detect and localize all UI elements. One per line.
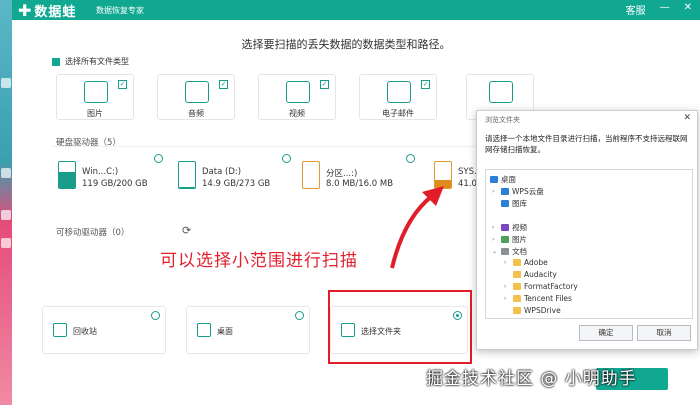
tree-label: Adobe	[524, 258, 548, 267]
folder-icon	[513, 307, 521, 314]
tree-node-wpsdrive[interactable]: WPSDrive	[504, 306, 561, 315]
desktop-icon-3[interactable]	[1, 210, 11, 220]
tree-label: WPSDrive	[524, 306, 561, 315]
tree-node-desktop[interactable]: 桌面	[490, 174, 516, 185]
gallery-icon	[501, 200, 509, 207]
folder-tree[interactable]: 桌面 › WPS云盘 图库 › 视频 › 图片 ⌄ 文档 › Adobe Audacity…	[485, 169, 693, 319]
desktop-folder-icon	[490, 176, 498, 183]
cloud-icon	[501, 188, 509, 195]
expand-arrow-icon[interactable]: ›	[504, 295, 510, 302]
tree-label: FormatFactory	[524, 282, 578, 291]
arrow-shaft	[390, 194, 434, 269]
tree-node-gallery[interactable]: 图库	[492, 198, 527, 209]
tree-label: 视频	[512, 223, 527, 232]
tree-label: 图库	[512, 199, 527, 208]
expand-arrow-icon[interactable]: ›	[504, 283, 510, 290]
expand-arrow-icon[interactable]: ›	[492, 224, 498, 231]
tree-node-wps[interactable]: › WPS云盘	[492, 186, 544, 197]
dialog-cancel-button[interactable]: 取消	[637, 325, 691, 341]
picture-folder-icon	[501, 236, 509, 243]
video-folder-icon	[501, 224, 509, 231]
tree-label: 桌面	[501, 175, 516, 184]
folder-icon	[513, 271, 521, 278]
folder-icon	[513, 295, 521, 302]
tree-label: WPS云盘	[512, 187, 544, 196]
browse-folder-dialog: 浏览文件夹 ✕ 请选择一个本地文件目录进行扫描，当前程序不支持远程联网网存储扫描…	[476, 110, 698, 350]
tree-node-pictures[interactable]: › 图片	[492, 234, 527, 245]
collapse-arrow-icon[interactable]: ⌄	[492, 248, 498, 255]
tree-node-adobe[interactable]: › Adobe	[504, 258, 548, 267]
tree-node-videos[interactable]: › 视频	[492, 222, 527, 233]
tree-node-tencent[interactable]: › Tencent Files	[504, 294, 572, 303]
watermark-text: 掘金技术社区 @ 小明助手	[426, 369, 637, 389]
tree-label: 文档	[512, 247, 527, 256]
document-folder-icon	[501, 248, 509, 255]
desktop-icon-2[interactable]	[1, 168, 11, 178]
tree-label: Audacity	[524, 270, 557, 279]
tree-node-audacity[interactable]: Audacity	[504, 270, 557, 279]
tree-label: Tencent Files	[524, 294, 572, 303]
folder-icon	[513, 283, 521, 290]
folder-icon	[513, 259, 521, 266]
dialog-ok-button[interactable]: 确定	[579, 325, 633, 341]
dialog-title: 浏览文件夹	[485, 116, 520, 124]
desktop-icon-1[interactable]	[1, 78, 11, 88]
tree-node-documents[interactable]: ⌄ 文档	[492, 246, 527, 257]
tree-label: 图片	[512, 235, 527, 244]
expand-arrow-icon[interactable]: ›	[492, 236, 498, 243]
desktop-icon-4[interactable]	[1, 238, 11, 248]
tree-node-formatfactory[interactable]: › FormatFactory	[504, 282, 578, 291]
dialog-close-icon[interactable]: ✕	[683, 113, 691, 123]
expand-arrow-icon[interactable]: ›	[492, 188, 498, 195]
dialog-message: 请选择一个本地文件目录进行扫描，当前程序不支持远程联网网存储扫描恢复。	[485, 134, 688, 154]
expand-arrow-icon[interactable]: ›	[504, 259, 510, 266]
desktop-background	[0, 0, 12, 405]
